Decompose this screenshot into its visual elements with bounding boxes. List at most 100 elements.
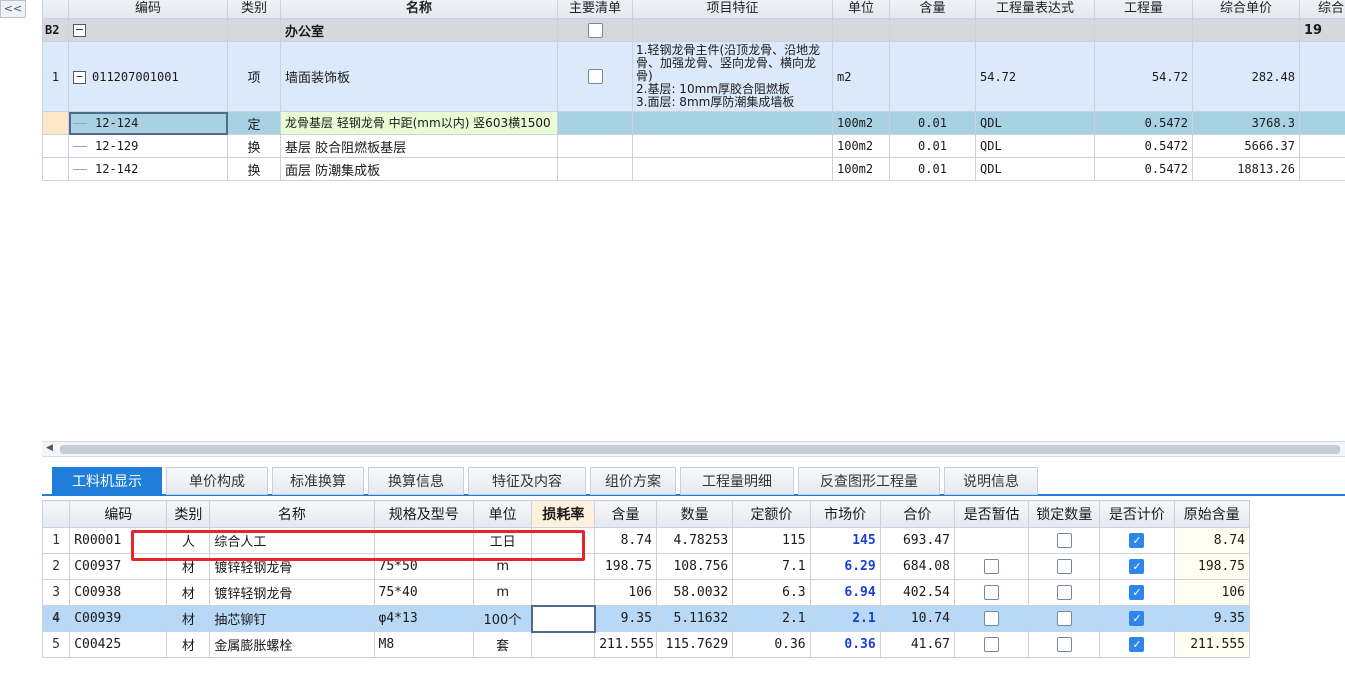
header-total[interactable]: 综合 [1299, 0, 1345, 19]
tab-pricing-plan[interactable]: 组价方案 [590, 467, 676, 495]
header-name[interactable]: 名称 [280, 0, 558, 19]
estimated-checkbox[interactable] [984, 637, 1000, 652]
resource-loss-rate[interactable] [531, 527, 596, 554]
quota-code-cell[interactable]: 12-142 [68, 157, 228, 181]
quota-row[interactable]: 12-142 换 面层 防潮集成板 100m2 0.01 QDL 0.5472 … [42, 157, 1345, 181]
tab-description-info[interactable]: 说明信息 [944, 467, 1038, 495]
resource-content[interactable]: 8.74 [594, 527, 657, 554]
resource-content[interactable]: 9.35 [594, 605, 657, 632]
bill-item-row[interactable]: 1 −011207001001 项 墙面装饰板 1.轻钢龙骨主件(沿顶龙骨、沿地… [42, 41, 1345, 112]
estimated-checkbox[interactable] [984, 611, 1000, 626]
header-orig-content[interactable]: 原始含量 [1173, 500, 1251, 528]
resource-loss-rate[interactable] [531, 579, 596, 606]
lock-qty-checkbox[interactable] [1056, 559, 1072, 574]
header-qty[interactable]: 数量 [655, 500, 734, 528]
header-type[interactable]: 类别 [227, 0, 281, 19]
header-priced[interactable]: 是否计价 [1099, 500, 1175, 528]
header-qty[interactable]: 工程量 [1094, 0, 1193, 19]
priced-checkbox[interactable] [1129, 559, 1145, 574]
lock-qty-checkbox[interactable] [1056, 637, 1072, 652]
priced-checkbox[interactable] [1129, 611, 1145, 626]
header-name[interactable]: 名称 [209, 500, 375, 528]
header-qty-expr[interactable]: 工程量表达式 [975, 0, 1095, 19]
item-name[interactable]: 墙面装饰板 [280, 41, 558, 112]
main-bill-checkbox[interactable] [587, 69, 603, 84]
scroll-left-icon[interactable]: ◀ [46, 443, 53, 453]
scrollbar-thumb[interactable] [60, 445, 1340, 454]
resource-market-price[interactable]: 6.29 [809, 553, 881, 580]
header-lock-qty[interactable]: 锁定数量 [1028, 500, 1101, 528]
tab-quantity-details[interactable]: 工程量明细 [680, 467, 794, 495]
lock-qty-checkbox[interactable] [1056, 611, 1072, 626]
lock-qty-checkbox[interactable] [1056, 533, 1072, 548]
resource-loss-rate[interactable] [531, 553, 596, 580]
quota-expr[interactable]: QDL [975, 111, 1095, 135]
item-feature[interactable]: 1.轻钢龙骨主件(沿顶龙骨、沿地龙骨、加强龙骨、竖向龙骨、横向龙骨) 2.基层:… [632, 41, 833, 112]
resource-row[interactable]: 4 C00939 材抽芯铆钉 φ4*13 100个 9.35 5.11632 2.1 2.1 10… [41, 604, 1251, 633]
tab-resource-display[interactable]: 工料机显示 [52, 467, 162, 495]
header-unit-price[interactable]: 综合单价 [1192, 0, 1300, 19]
quota-code-cell[interactable]: 12-124 [68, 111, 228, 135]
resource-row[interactable]: 5 C00425 材金属膨胀螺栓 M8 套 211.555 115.7629 0.36 0.36… [41, 631, 1251, 658]
lock-qty-checkbox[interactable] [1056, 585, 1072, 600]
header-content[interactable]: 含量 [889, 0, 976, 19]
estimated-checkbox[interactable] [984, 585, 1000, 600]
header-unit[interactable]: 单位 [472, 500, 533, 528]
tab-unit-price-composition[interactable]: 单价构成 [166, 467, 268, 495]
quota-expr[interactable]: QDL [975, 157, 1095, 181]
estimated-checkbox[interactable] [984, 559, 1000, 574]
header-feature[interactable]: 项目特征 [632, 0, 833, 19]
resource-name[interactable]: 综合人工 [209, 527, 375, 554]
resource-row[interactable]: 1R00001人综合人工工日8.744.78253115145693.478.7… [41, 527, 1251, 554]
header-code[interactable]: 编码 [68, 0, 228, 19]
resource-loss-rate[interactable] [531, 631, 596, 658]
resource-market-price[interactable]: 0.36 [809, 631, 881, 658]
tab-standard-conversion[interactable]: 标准换算 [272, 467, 364, 495]
resource-name[interactable]: 抽芯铆钉 [209, 605, 375, 632]
resource-market-price[interactable]: 145 [809, 527, 881, 554]
collapse-icon[interactable]: − [73, 23, 86, 37]
collapse-panel-button[interactable]: << [0, 0, 26, 18]
header-base-price[interactable]: 定额价 [732, 500, 811, 528]
tab-features-content[interactable]: 特征及内容 [468, 467, 586, 495]
priced-checkbox[interactable] [1129, 533, 1145, 548]
tab-conversion-info[interactable]: 换算信息 [368, 467, 464, 495]
header-content[interactable]: 含量 [594, 500, 657, 528]
header-main-bill[interactable]: 主要清单 [557, 0, 633, 19]
resource-row[interactable]: 3 C00938 材镀锌轻钢龙骨 75*40 m 106 58.0032 6.3 6.94 402… [41, 579, 1251, 606]
resource-content[interactable]: 106 [594, 579, 657, 606]
resource-row[interactable]: 2 C00937 材镀锌轻钢龙骨 75*50 m 198.75 108.756 7.1 6.29… [41, 553, 1251, 580]
resource-name[interactable]: 镀锌轻钢龙骨 [209, 553, 375, 580]
header-type[interactable]: 类别 [166, 500, 211, 528]
header-loss-rate[interactable]: 损耗率 [531, 500, 596, 528]
quota-expr[interactable]: QDL [975, 134, 1095, 158]
resource-name[interactable]: 镀锌轻钢龙骨 [209, 579, 375, 606]
horizontal-scrollbar[interactable]: ◀ [42, 441, 1345, 457]
resource-name[interactable]: 金属膨胀螺栓 [209, 631, 375, 658]
resource-content[interactable]: 198.75 [594, 553, 657, 580]
header-spec[interactable]: 规格及型号 [373, 500, 474, 528]
tab-reverse-graphic-quantity[interactable]: 反查图形工程量 [798, 467, 940, 495]
item-code-cell[interactable]: −011207001001 [68, 41, 228, 112]
quota-row-selected[interactable]: 12-124 定 龙骨基层 轻钢龙骨 中距(mm以内) 竖603横1500 10… [42, 111, 1345, 135]
item-expr[interactable]: 54.72 [975, 41, 1095, 112]
resource-loss-rate[interactable] [530, 604, 596, 633]
group-row[interactable]: B2 − 办公室 19 [42, 18, 1345, 42]
quota-name[interactable]: 面层 防潮集成板 [280, 157, 558, 181]
header-code[interactable]: 编码 [69, 500, 168, 528]
quota-code-cell[interactable]: 12-129 [68, 134, 228, 158]
main-bill-checkbox[interactable] [587, 22, 603, 38]
resource-market-price[interactable]: 2.1 [809, 605, 881, 632]
resource-content[interactable]: 211.555 [594, 631, 657, 658]
header-total[interactable]: 合价 [879, 500, 955, 528]
resource-market-price[interactable]: 6.94 [809, 579, 881, 606]
header-estimated[interactable]: 是否暂估 [953, 500, 1030, 528]
priced-checkbox[interactable] [1129, 637, 1145, 652]
header-market-price[interactable]: 市场价 [809, 500, 881, 528]
collapse-icon[interactable]: − [73, 70, 86, 84]
quota-name[interactable]: 基层 胶合阻燃板基层 [280, 134, 558, 158]
header-unit[interactable]: 单位 [832, 0, 890, 19]
priced-checkbox[interactable] [1129, 585, 1145, 600]
quota-name[interactable]: 龙骨基层 轻钢龙骨 中距(mm以内) 竖603横1500 [280, 111, 558, 135]
quota-row[interactable]: 12-129 换 基层 胶合阻燃板基层 100m2 0.01 QDL 0.547… [42, 134, 1345, 158]
